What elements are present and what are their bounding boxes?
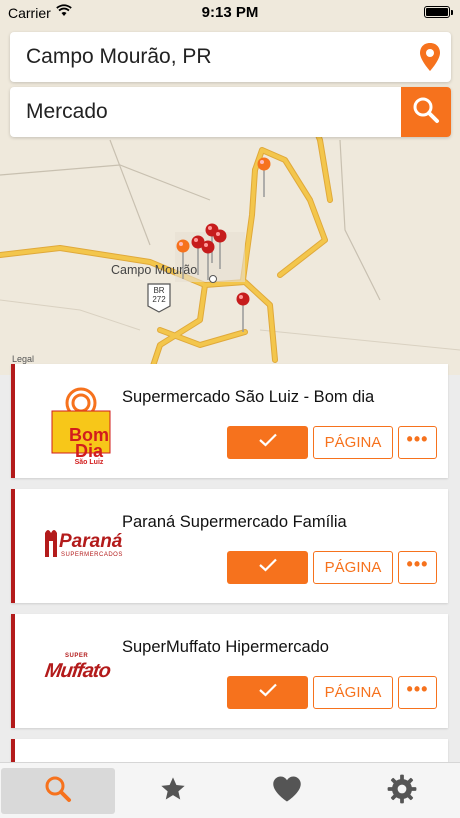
checkmark-icon (258, 683, 277, 702)
store-name[interactable]: Supermercado São Luiz - Bom dia (122, 388, 374, 407)
check-button[interactable] (227, 551, 308, 584)
page-button[interactable]: PÁGINA (313, 676, 393, 709)
battery-icon (424, 6, 453, 18)
status-bar: Carrier 9:13 PM (0, 0, 460, 26)
search-value: Mercado (26, 100, 108, 123)
search-icon (412, 96, 440, 129)
more-button[interactable]: ••• (398, 426, 437, 459)
tab-favorites[interactable] (116, 768, 230, 814)
highway-label: BR 272 (152, 286, 166, 304)
store-logo: Paraná SUPERMERCADOS (43, 509, 122, 581)
page-button[interactable]: PÁGINA (313, 426, 393, 459)
store-name[interactable]: SuperMuffato Hipermercado (122, 638, 329, 657)
more-button[interactable]: ••• (398, 676, 437, 709)
store-logo: SUPER Muffato (43, 653, 112, 682)
store-card[interactable]: SUPER Muffato SuperMuffato Hipermercado … (11, 614, 448, 728)
map-pin-red[interactable] (236, 292, 250, 332)
store-card[interactable]: Bom Dia São Luiz Supermercado São Luiz -… (11, 364, 448, 478)
map-pin-red[interactable] (213, 229, 227, 269)
search-field[interactable]: Mercado (10, 87, 451, 137)
check-button[interactable] (227, 676, 308, 709)
heart-icon (272, 775, 302, 808)
search-button[interactable] (401, 87, 451, 137)
app-screen: BR 272 Campo Mourão Legal Carrier 9:13 P… (0, 0, 460, 818)
store-logo: Bom Dia São Luiz (43, 384, 119, 466)
map-pin-icon[interactable] (417, 42, 443, 72)
map-pin-red[interactable] (201, 240, 215, 280)
tab-bar (0, 762, 460, 818)
tab-likes[interactable] (230, 768, 344, 814)
clock: 9:13 PM (201, 4, 259, 21)
more-button[interactable]: ••• (398, 551, 437, 584)
checkmark-icon (258, 433, 277, 452)
map-pin-orange[interactable] (257, 157, 271, 197)
location-field[interactable]: Campo Mourão, PR (10, 32, 451, 82)
map-pin-orange[interactable] (176, 239, 190, 279)
checkmark-icon (258, 558, 277, 577)
search-icon (44, 775, 72, 808)
tab-search[interactable] (1, 768, 115, 814)
gear-icon (387, 774, 417, 809)
map-legal-link[interactable]: Legal (12, 354, 34, 364)
check-button[interactable] (227, 426, 308, 459)
store-card[interactable]: Paraná SUPERMERCADOS Paraná Supermercado… (11, 489, 448, 603)
page-button[interactable]: PÁGINA (313, 551, 393, 584)
store-name[interactable]: Paraná Supermercado Família (122, 513, 347, 532)
tab-settings[interactable] (345, 768, 459, 814)
location-value: Campo Mourão, PR (26, 45, 212, 68)
star-icon (159, 775, 187, 808)
